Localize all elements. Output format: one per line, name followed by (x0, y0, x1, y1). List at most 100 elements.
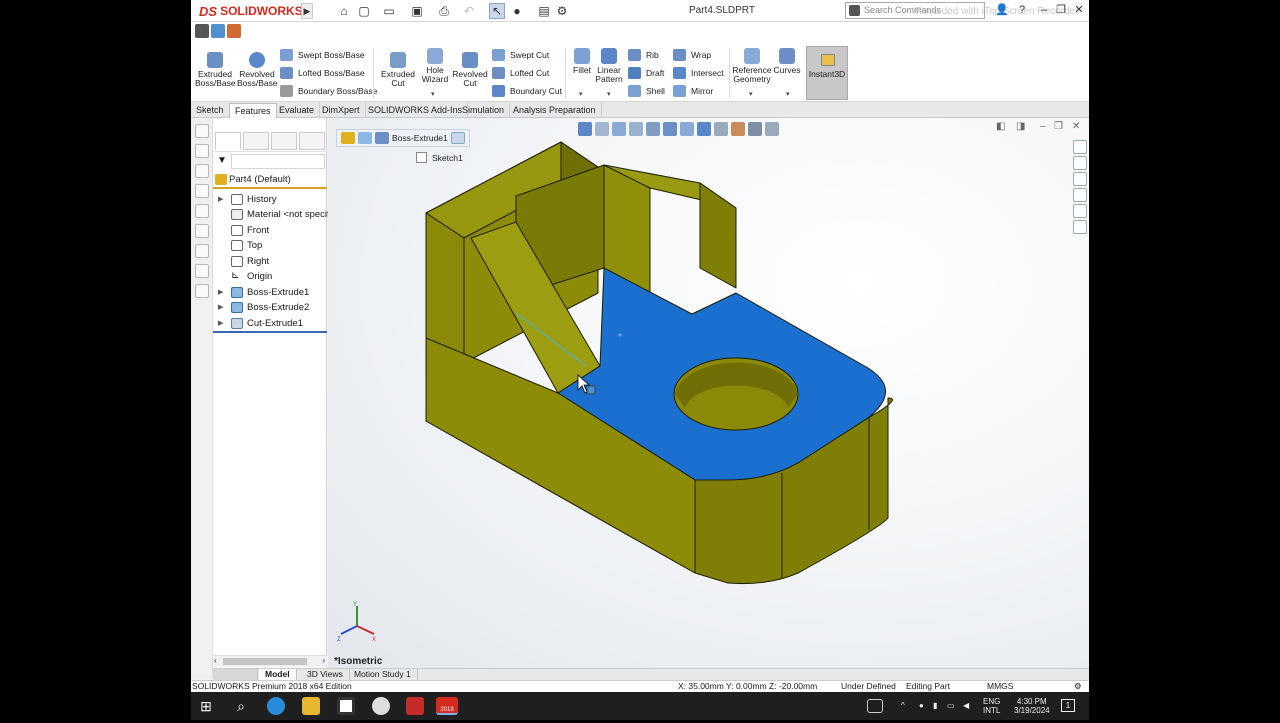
expand-arrow-icon[interactable]: ▶ (218, 285, 223, 300)
panel-icon[interactable] (194, 164, 209, 178)
lofted-cut-button[interactable]: Lofted Cut (492, 66, 549, 80)
taskbar-tray-icon[interactable] (867, 699, 883, 713)
curves-dropdown-icon[interactable]: ▾ (786, 90, 790, 98)
extruded-boss-button[interactable]: Extruded Boss/Base (195, 52, 236, 88)
file-explorer-icon[interactable] (302, 697, 320, 715)
options-gear-icon[interactable]: ⚙ (554, 3, 570, 19)
property-manager-tab-icon[interactable] (243, 132, 269, 150)
hole-wizard-dropdown-icon[interactable]: ▾ (431, 90, 435, 98)
extruded-cut-button[interactable]: Extruded Cut (378, 52, 418, 88)
home-icon[interactable]: ⌂ (336, 3, 352, 19)
open-folder-icon[interactable]: ▭ (381, 3, 397, 19)
search-icon[interactable]: ⌕ (232, 697, 250, 715)
tree-item-right-plane[interactable]: Right (215, 254, 269, 269)
close-icon[interactable]: ✕ (1071, 2, 1087, 18)
scroll-right-icon[interactable]: › (322, 656, 325, 665)
tab-sketch[interactable]: Sketch (191, 103, 230, 118)
reference-geometry-dropdown-icon[interactable]: ▾ (749, 90, 753, 98)
swept-cut-button[interactable]: Swept Cut (492, 48, 549, 62)
linear-pattern-button[interactable]: Linear Pattern (589, 48, 629, 84)
filter-icon[interactable]: ▼ (217, 155, 227, 166)
back-wall-right-face[interactable] (699, 182, 737, 289)
graphics-area[interactable]: Boss-Extrude1 Sketch1 ◧ ◨ – ❐ ✕ Y X Z *I… (328, 118, 1089, 668)
tab-analysis-preparation[interactable]: Analysis Preparation (508, 103, 602, 118)
tree-filter-input[interactable] (231, 154, 325, 169)
tab-simulation[interactable]: Simulation (457, 103, 511, 118)
rib-button[interactable]: Rib (628, 48, 659, 62)
tree-item-front-plane[interactable]: Front (215, 223, 269, 238)
restore-icon[interactable]: ❐ (1053, 2, 1069, 18)
tab-evaluate[interactable]: Evaluate (274, 103, 321, 118)
boundary-cut-button[interactable]: Boundary Cut (492, 84, 562, 98)
panel-icon[interactable] (194, 144, 209, 158)
file-properties-icon[interactable]: ▤ (536, 3, 552, 19)
new-document-icon[interactable]: ▢ (356, 3, 372, 19)
screen-recorder-icon[interactable] (406, 697, 424, 715)
part-model[interactable] (328, 118, 1089, 668)
swept-boss-button[interactable]: Swept Boss/Base (280, 48, 365, 62)
undo-icon[interactable]: ↶ (461, 3, 477, 19)
rebuild-icon[interactable]: ⚙ (1074, 681, 1082, 692)
panel-icon[interactable] (194, 264, 209, 278)
selection-handle[interactable] (586, 385, 596, 395)
revolved-cut-button[interactable]: Revolved Cut (450, 52, 490, 88)
search-commands-input[interactable]: Search Commands (845, 2, 985, 19)
revolved-boss-button[interactable]: Revolved Boss/Base (237, 52, 278, 88)
intersect-button[interactable]: Intersect (673, 66, 724, 80)
tray-chevron-icon[interactable]: ^ (901, 701, 905, 710)
panel-icon[interactable] (194, 224, 209, 238)
panel-icon[interactable] (194, 204, 209, 218)
panel-icon[interactable] (194, 184, 209, 198)
menu-expand-arrow-icon[interactable]: ▶ (301, 3, 313, 19)
draft-button[interactable]: Draft (628, 66, 664, 80)
print-icon[interactable]: ⎙ (436, 3, 452, 19)
wrap-button[interactable]: Wrap (673, 48, 711, 62)
configuration-manager-tab-icon[interactable] (271, 132, 297, 150)
panel-icon[interactable] (194, 124, 209, 138)
windows-start-icon[interactable]: ⊞ (197, 697, 215, 715)
tree-item-boss-extrude2[interactable]: ▶ Boss-Extrude2 (215, 300, 309, 315)
reference-geometry-button[interactable]: Reference Geometry (731, 48, 773, 84)
tab-features[interactable]: Features (229, 103, 277, 118)
tab-dimxpert[interactable]: DimXpert (317, 103, 366, 118)
panel-icon[interactable] (194, 284, 209, 298)
clock[interactable]: 4:30 PM 3/19/2024 (1014, 697, 1050, 715)
volume-icon[interactable]: ◀ (963, 701, 969, 710)
part-root-node[interactable]: Part4 (Default) (215, 173, 291, 187)
marker-icon[interactable] (227, 24, 241, 38)
linear-pattern-dropdown-icon[interactable]: ▾ (607, 90, 611, 98)
tree-item-origin[interactable]: ⊾ Origin (215, 269, 272, 284)
solidworks-logo[interactable]: DS SOLIDWORKS (199, 2, 303, 20)
network-icon[interactable]: ▭ (947, 701, 955, 710)
edge-browser-icon[interactable] (267, 697, 285, 715)
tree-item-history[interactable]: ▶ History (215, 192, 277, 207)
clock-app-icon[interactable] (372, 697, 390, 715)
expand-arrow-icon[interactable]: ▶ (218, 192, 223, 207)
microphone-icon[interactable]: ▮ (933, 701, 937, 710)
solidworks-taskbar-icon[interactable]: 2018 (436, 697, 458, 715)
select-pointer-icon[interactable]: ↖ (489, 3, 505, 19)
minimize-icon[interactable]: – (1036, 2, 1052, 18)
scroll-thumb[interactable] (223, 658, 307, 665)
horizontal-scrollbar[interactable]: ‹ › (213, 655, 327, 667)
tab-scroll-icon[interactable] (299, 132, 325, 150)
notifications-icon[interactable]: 1 (1061, 699, 1075, 712)
user-icon[interactable]: 👤 (994, 2, 1010, 18)
curves-button[interactable]: Curves (769, 48, 805, 75)
people-icon[interactable]: ● (919, 701, 924, 710)
panel-icon[interactable] (194, 244, 209, 258)
status-units[interactable]: MMGS (987, 681, 1013, 692)
instant3d-button[interactable]: Instant3D (806, 46, 848, 100)
tree-item-cut-extrude1[interactable]: ▶ Cut-Extrude1 (215, 316, 303, 331)
tree-item-boss-extrude1[interactable]: ▶ Boss-Extrude1 (215, 285, 309, 300)
traffic-light-icon[interactable]: ● (509, 3, 525, 19)
boundary-boss-button[interactable]: Boundary Boss/Base (280, 84, 377, 98)
tab-addins[interactable]: SOLIDWORKS Add-Ins (363, 103, 469, 118)
lofted-boss-button[interactable]: Lofted Boss/Base (280, 66, 365, 80)
expand-arrow-icon[interactable]: ▶ (218, 300, 223, 315)
help-icon[interactable]: ? (1014, 2, 1030, 18)
shell-button[interactable]: Shell (628, 84, 665, 98)
mirror-button[interactable]: Mirror (673, 84, 713, 98)
scroll-left-icon[interactable]: ‹ (214, 656, 217, 665)
expand-arrow-icon[interactable]: ▶ (218, 316, 223, 331)
